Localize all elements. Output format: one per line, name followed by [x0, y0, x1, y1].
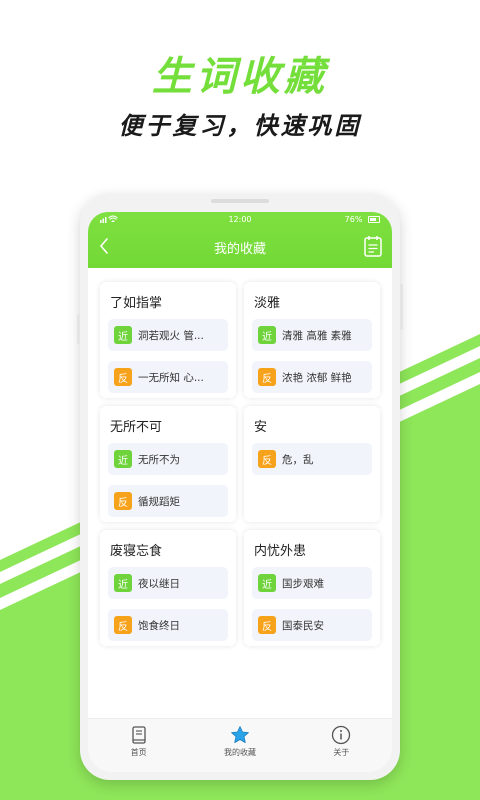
word-title: 无所不可 — [110, 420, 163, 435]
anti-tag: 反 — [114, 368, 132, 386]
status-bar: 12:00 76% — [88, 212, 392, 228]
relation-row: 反 国泰民安 — [252, 609, 372, 641]
word-title: 废寝忘食 — [110, 544, 163, 559]
anti-tag: 反 — [114, 492, 132, 510]
calendar-icon[interactable] — [364, 235, 382, 257]
relation-text: 饱食终日 — [138, 619, 180, 632]
tab-favorites-label: 我的收藏 — [223, 748, 256, 757]
word-card[interactable]: 无所不可 近 无所不为 反 循规蹈矩 — [100, 406, 236, 522]
near-tag: 近 — [114, 574, 132, 592]
relation-text: 危，乱 — [282, 453, 314, 466]
phone-frame: 12:00 76% 我的收藏 了如指掌 近 洞若观火 管... 反 一无所知 心… — [77, 194, 403, 780]
word-title: 淡雅 — [254, 296, 281, 311]
word-title: 安 — [254, 420, 268, 435]
relation-text: 国步艰难 — [282, 577, 324, 590]
tab-about[interactable]: 关于 — [291, 719, 392, 772]
near-tag: 近 — [258, 326, 276, 344]
anti-tag: 反 — [258, 616, 276, 634]
nav-bar: 我的收藏 — [88, 228, 392, 268]
app-screen: 12:00 76% 我的收藏 了如指掌 近 洞若观火 管... 反 一无所知 心… — [88, 212, 392, 772]
relation-text: 无所不为 — [138, 453, 180, 466]
battery-icon — [368, 216, 380, 223]
promo-subtitle: 便于复习，快速巩固 — [118, 112, 362, 140]
word-title: 了如指掌 — [110, 296, 163, 311]
near-tag: 近 — [114, 450, 132, 468]
favorites-grid: 了如指掌 近 洞若观火 管... 反 一无所知 心... 淡雅 近 清雅 高雅 … — [100, 282, 380, 646]
tab-favorites[interactable]: 我的收藏 — [189, 719, 290, 772]
favorites-content: 了如指掌 近 洞若观火 管... 反 一无所知 心... 淡雅 近 清雅 高雅 … — [88, 268, 392, 718]
relation-text: 洞若观火 管... — [138, 329, 204, 342]
tab-home-label: 首页 — [130, 748, 147, 757]
relation-row: 反 一无所知 心... — [108, 361, 228, 393]
info-icon — [332, 725, 351, 745]
relation-text: 一无所知 心... — [138, 371, 204, 384]
anti-tag: 反 — [258, 450, 276, 468]
bottom-tab-bar: 首页 我的收藏 关于 — [88, 718, 392, 772]
relation-row: 反 危，乱 — [252, 443, 372, 475]
battery-percent: 76% — [344, 215, 363, 224]
near-tag: 近 — [258, 574, 276, 592]
relation-row: 反 饱食终日 — [108, 609, 228, 641]
relation-text: 夜以继日 — [138, 577, 180, 590]
page-title: 我的收藏 — [213, 242, 266, 257]
tab-home[interactable]: 首页 — [88, 719, 189, 772]
battery-status: 76% — [345, 215, 380, 224]
word-card[interactable]: 内忧外患 近 国步艰难 反 国泰民安 — [244, 530, 380, 646]
relation-text: 浓艳 浓郁 鲜艳 — [282, 371, 352, 384]
relation-row: 近 夜以继日 — [108, 567, 228, 599]
relation-row: 反 浓艳 浓郁 鲜艳 — [252, 361, 372, 393]
relation-row: 近 洞若观火 管... — [108, 319, 228, 351]
relation-row: 近 清雅 高雅 素雅 — [252, 319, 372, 351]
relation-row: 近 无所不为 — [108, 443, 228, 475]
relation-text: 国泰民安 — [282, 619, 324, 632]
phone-side-button — [400, 284, 403, 330]
book-icon — [132, 726, 146, 744]
tab-about-label: 关于 — [333, 748, 350, 757]
near-tag: 近 — [114, 326, 132, 344]
promo-title: 生词收藏 — [152, 54, 328, 100]
word-title: 内忧外患 — [254, 544, 307, 559]
star-icon — [231, 726, 249, 743]
word-card[interactable]: 了如指掌 近 洞若观火 管... 反 一无所知 心... — [100, 282, 236, 398]
anti-tag: 反 — [258, 368, 276, 386]
relation-row: 反 循规蹈矩 — [108, 485, 228, 517]
phone-volume-button — [77, 314, 80, 344]
word-card[interactable]: 淡雅 近 清雅 高雅 素雅 反 浓艳 浓郁 鲜艳 — [244, 282, 380, 398]
relation-text: 循规蹈矩 — [138, 495, 180, 508]
app-header: 12:00 76% 我的收藏 — [88, 212, 392, 268]
phone-speaker — [211, 199, 269, 203]
relation-row: 近 国步艰难 — [252, 567, 372, 599]
anti-tag: 反 — [114, 616, 132, 634]
word-card[interactable]: 安 反 危，乱 — [244, 406, 380, 522]
word-card[interactable]: 废寝忘食 近 夜以继日 反 饱食终日 — [100, 530, 236, 646]
relation-text: 清雅 高雅 素雅 — [282, 329, 352, 342]
